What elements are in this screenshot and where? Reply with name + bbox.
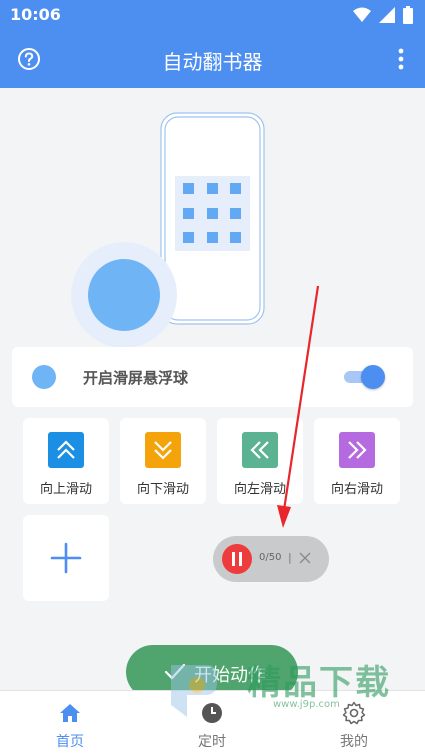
swipe-down-card[interactable]: 向下滑动 [120, 418, 206, 504]
clock-icon [202, 703, 222, 723]
floating-control: 0/50 | [213, 536, 329, 582]
wifi-icon [353, 7, 371, 22]
status-time: 10:06 [10, 5, 61, 24]
double-chevron-down-icon [145, 432, 181, 468]
nav-item-mine[interactable]: 我的 [309, 691, 399, 756]
home-icon [60, 704, 80, 722]
app-bar: 自动翻书器 [0, 30, 425, 88]
nav-label-home: 首页 [56, 734, 84, 750]
status-bar: 10:06 [0, 0, 425, 30]
swipe-up-label: 向上滑动 [39, 482, 92, 497]
plus-icon [50, 542, 82, 574]
settings-icon [342, 701, 366, 725]
double-chevron-right-icon [339, 432, 375, 468]
floating-ball-dot [32, 365, 56, 389]
swipe-left-label: 向左滑动 [233, 482, 286, 497]
more-vert-icon[interactable] [397, 48, 405, 70]
control-separator: | [288, 551, 292, 564]
add-action-card[interactable] [23, 515, 109, 601]
floating-ball-toggle[interactable] [344, 365, 386, 389]
toggle-knob [361, 365, 385, 389]
floating-ball-setting: 开启滑屏悬浮球 [12, 347, 413, 407]
floating-ball-illustration [71, 242, 177, 348]
floating-ball [88, 259, 160, 331]
double-chevron-left-icon [242, 432, 278, 468]
check-icon [164, 663, 186, 680]
battery-icon [403, 6, 413, 24]
swipe-left-card[interactable]: 向左滑动 [217, 418, 303, 504]
nav-item-home[interactable]: 首页 [25, 691, 115, 756]
signal-icon [379, 7, 395, 23]
nav-label-mine: 我的 [340, 734, 368, 750]
status-icons [353, 6, 413, 24]
pause-icon [232, 552, 242, 566]
pause-button[interactable] [222, 544, 252, 574]
nav-item-timer[interactable]: 定时 [167, 691, 257, 756]
action-count: 0/50 [259, 552, 282, 563]
swipe-right-card[interactable]: 向右滑动 [314, 418, 400, 504]
bottom-nav: 首页 定时 我的 [0, 690, 425, 756]
page-title: 自动翻书器 [162, 50, 263, 74]
swipe-down-label: 向下滑动 [136, 482, 189, 497]
swipe-right-label: 向右滑动 [330, 482, 383, 497]
start-action-label: 开始动作 [194, 665, 266, 686]
double-chevron-up-icon [48, 432, 84, 468]
swipe-up-card[interactable]: 向上滑动 [23, 418, 109, 504]
floating-ball-label: 开启滑屏悬浮球 [83, 369, 189, 387]
nav-label-timer: 定时 [198, 734, 226, 750]
close-icon[interactable] [297, 550, 313, 566]
